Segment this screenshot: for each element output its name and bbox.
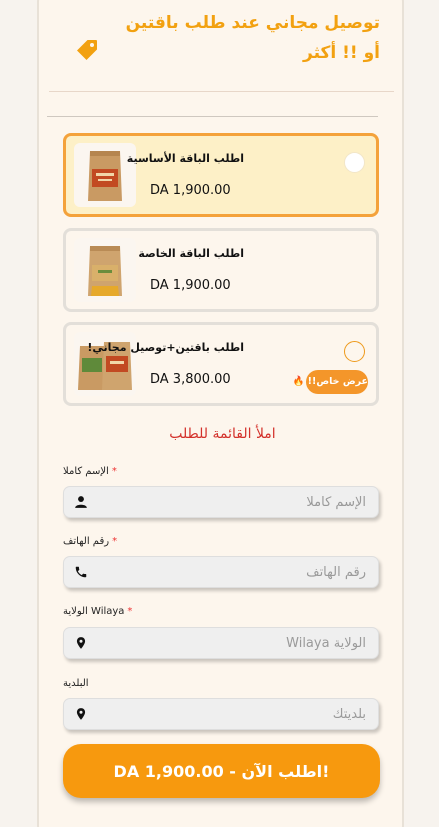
name-input[interactable] [106,487,366,517]
package-radio[interactable] [344,152,365,173]
form-title: املأ القائمة للطلب [169,426,276,442]
person-icon [75,496,87,508]
phone-field[interactable] [63,556,379,588]
package-title: اطلب الباقة الخاصة [138,247,244,260]
phone-label-text: رقم الهاتف [63,536,110,547]
municipality-field[interactable] [63,698,379,730]
package-price: DA 3,800.00 [150,372,231,387]
wilaya-label-text: الولاية Wilaya [63,606,125,617]
required-mark: * [127,606,133,617]
location-pin-icon [76,637,86,649]
special-offer-badge: عرض خاص!! 🔥 [293,370,368,394]
wilaya-label: الولاية Wilaya * [63,606,132,617]
location-pin-icon [76,708,86,720]
section-divider [47,116,378,117]
package-price: DA 1,900.00 [150,183,231,198]
package-option-bundle[interactable]: اطلب باقتين+توصيل مجاني! DA 3,800.00 عرض… [63,322,379,406]
name-label-text: الإسم كاملا [63,466,109,477]
package-title: اطلب باقتين+توصيل مجاني! [87,341,244,354]
package-option-special[interactable]: اطلب الباقة الخاصة DA 1,900.00 [63,228,379,312]
required-mark: * [111,466,117,477]
package-image [74,238,136,302]
package-title: اطلب الباقة الأساسية [126,152,244,165]
municipality-label-text: البلدية [63,678,89,689]
phone-input[interactable] [106,557,366,587]
name-field[interactable] [63,486,379,518]
order-now-button[interactable]: DA 1,900.00 - اطلب الآن! [63,744,380,798]
name-label: الإسم كاملا * [63,466,117,477]
package-option-basic[interactable]: اطلب الباقة الأساسية DA 1,900.00 [63,133,379,217]
order-card: توصيل مجاني عند طلب باقتين أو !! أكثر اط… [37,0,404,827]
banner-text: توصيل مجاني عند طلب باقتين أو !! أكثر [125,13,380,63]
required-mark: * [112,536,118,547]
phone-icon [75,566,87,578]
package-price: DA 1,900.00 [150,278,231,293]
wilaya-input[interactable] [106,628,366,658]
municipality-input[interactable] [106,699,366,729]
free-delivery-banner: توصيل مجاني عند طلب باقتين أو !! أكثر [49,0,394,92]
phone-label: رقم الهاتف * [63,536,117,547]
municipality-label: البلدية [63,678,89,689]
wilaya-field[interactable] [63,627,379,659]
tag-icon [77,40,97,60]
package-radio[interactable] [344,341,365,362]
